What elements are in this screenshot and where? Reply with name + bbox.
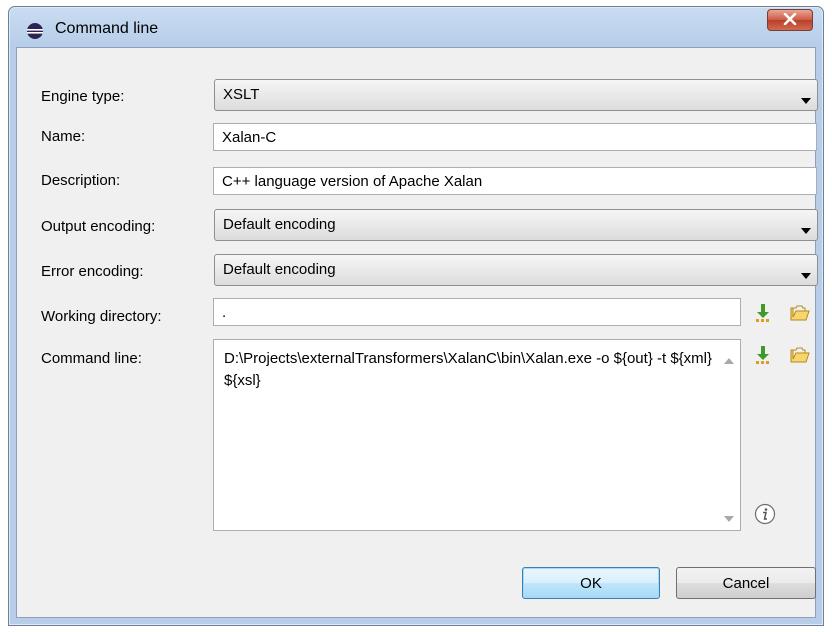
description-value: C++ language version of Apache Xalan bbox=[222, 173, 483, 190]
error-encoding-label: Error encoding: bbox=[41, 263, 144, 280]
chevron-down-icon bbox=[801, 222, 811, 234]
name-value: Xalan-C bbox=[222, 129, 277, 146]
command-line-value: D:\Projects\externalTransformers\XalanC\… bbox=[224, 350, 717, 389]
scroll-up-icon[interactable] bbox=[724, 352, 734, 364]
engine-type-select[interactable]: XSLT bbox=[214, 79, 818, 111]
close-icon bbox=[783, 12, 797, 29]
ok-button[interactable]: OK bbox=[522, 567, 660, 599]
engine-type-label: Engine type: bbox=[41, 88, 125, 105]
output-encoding-value: Default encoding bbox=[223, 216, 336, 233]
output-encoding-label: Output encoding: bbox=[41, 218, 156, 235]
title-bar[interactable]: Command line bbox=[9, 7, 823, 51]
description-label: Description: bbox=[41, 172, 121, 189]
chevron-down-icon bbox=[801, 92, 811, 104]
open-folder-icon[interactable] bbox=[789, 344, 811, 366]
command-line-dialog: Command line Engine type: XSLT Name: Xal… bbox=[8, 6, 824, 626]
command-line-label: Command line: bbox=[41, 350, 142, 367]
error-encoding-value: Default encoding bbox=[223, 261, 336, 278]
insert-variables-icon[interactable] bbox=[754, 302, 776, 324]
working-directory-field[interactable]: . bbox=[213, 298, 741, 326]
dialog-body: Engine type: XSLT Name: Xalan-C Descript… bbox=[16, 47, 818, 618]
open-folder-icon[interactable] bbox=[789, 302, 811, 324]
insert-variables-icon[interactable] bbox=[754, 344, 776, 366]
info-icon[interactable] bbox=[754, 503, 776, 525]
close-button[interactable] bbox=[767, 9, 813, 31]
eclipse-icon bbox=[25, 21, 45, 41]
cancel-button[interactable]: Cancel bbox=[676, 567, 816, 599]
name-label: Name: bbox=[41, 128, 86, 145]
window-title: Command line bbox=[55, 20, 159, 37]
description-field[interactable]: C++ language version of Apache Xalan bbox=[213, 167, 817, 195]
scroll-down-icon[interactable] bbox=[724, 510, 734, 522]
working-directory-label: Working directory: bbox=[41, 308, 162, 325]
command-line-textarea[interactable]: D:\Projects\externalTransformers\XalanC\… bbox=[213, 339, 741, 531]
error-encoding-select[interactable]: Default encoding bbox=[214, 254, 818, 286]
chevron-down-icon bbox=[801, 267, 811, 279]
name-field[interactable]: Xalan-C bbox=[213, 123, 817, 151]
working-directory-value: . bbox=[222, 304, 227, 321]
engine-type-value: XSLT bbox=[223, 86, 260, 103]
output-encoding-select[interactable]: Default encoding bbox=[214, 209, 818, 241]
